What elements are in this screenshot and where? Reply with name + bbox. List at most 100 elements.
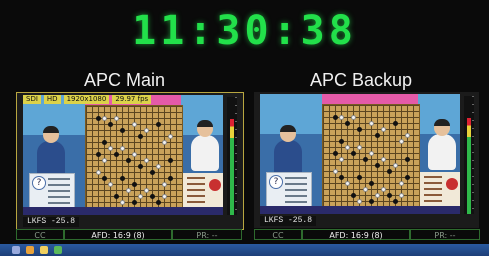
black-stone	[356, 174, 362, 180]
cc-indicator: CC	[16, 229, 64, 240]
black-stone	[95, 151, 101, 157]
black-stone	[404, 156, 410, 162]
black-stone	[350, 192, 356, 198]
black-stone	[137, 133, 143, 139]
info-card: ?	[29, 173, 75, 211]
black-stone	[155, 121, 161, 127]
audio-level-meter	[464, 96, 474, 214]
audio-level-meter	[227, 97, 237, 215]
news-ticker	[23, 207, 223, 215]
black-stone	[344, 120, 350, 126]
main-status-bar: CC AFD: 16:9 (8) PR: --	[16, 229, 242, 240]
player-left	[274, 125, 302, 176]
black-stone	[332, 150, 338, 156]
black-stone	[167, 157, 173, 163]
white-stone	[338, 156, 344, 162]
backup-status-bar: CC AFD: 16:9 (8) PR: --	[254, 229, 480, 240]
program-banner	[322, 94, 418, 104]
white-stone	[167, 133, 173, 139]
white-stone	[380, 186, 386, 192]
apc-backup-panel[interactable]: ? LKFS -25.8	[254, 92, 479, 228]
lkfs-readout: LKFS -25.8	[260, 216, 317, 226]
lkfs-readout: LKFS -25.8	[23, 217, 80, 227]
black-stone	[332, 114, 338, 120]
white-stone	[338, 114, 344, 120]
badge-hd: HD	[43, 95, 61, 104]
main-video-feed: ?	[23, 95, 223, 215]
player-right	[428, 119, 456, 170]
black-stone	[368, 198, 374, 204]
white-stone	[101, 157, 107, 163]
backup-video-feed: ?	[260, 94, 460, 214]
black-stone	[356, 126, 362, 132]
player-right	[191, 120, 219, 171]
folder-icon[interactable]	[40, 246, 48, 254]
black-stone	[131, 199, 137, 205]
white-stone	[380, 156, 386, 162]
pr-indicator: PR: --	[172, 229, 242, 240]
white-stone	[155, 163, 161, 169]
black-stone	[386, 168, 392, 174]
news-ticker	[260, 206, 460, 214]
media-icon[interactable]	[54, 246, 62, 254]
white-stone	[368, 120, 374, 126]
white-stone	[113, 115, 119, 121]
start-icon[interactable]	[12, 246, 20, 254]
white-stone	[143, 127, 149, 133]
white-stone	[101, 115, 107, 121]
white-stone	[119, 199, 125, 205]
black-stone	[392, 120, 398, 126]
clock-display: 11:30:38	[132, 8, 357, 54]
question-icon: ?	[32, 176, 46, 190]
black-stone	[95, 115, 101, 121]
question-icon: ?	[269, 175, 283, 189]
cc-indicator: CC	[254, 229, 302, 240]
black-stone	[119, 127, 125, 133]
white-stone	[107, 145, 113, 151]
white-stone	[125, 187, 131, 193]
black-stone	[113, 193, 119, 199]
badge-resolution: 1920x1080	[63, 95, 110, 104]
white-stone	[362, 186, 368, 192]
black-stone	[404, 174, 410, 180]
white-stone	[398, 192, 404, 198]
white-stone	[95, 169, 101, 175]
black-stone	[368, 180, 374, 186]
black-stone	[338, 174, 344, 180]
black-stone	[338, 138, 344, 144]
white-stone	[161, 139, 167, 145]
taskbar	[0, 244, 489, 256]
white-stone	[404, 132, 410, 138]
white-stone	[392, 162, 398, 168]
black-stone	[101, 139, 107, 145]
white-stone	[374, 192, 380, 198]
black-stone	[107, 121, 113, 127]
afd-indicator: AFD: 16:9 (8)	[64, 229, 172, 240]
afd-indicator: AFD: 16:9 (8)	[302, 229, 410, 240]
white-stone	[368, 150, 374, 156]
black-stone	[155, 199, 161, 205]
white-stone	[161, 193, 167, 199]
white-stone	[143, 187, 149, 193]
score-card	[420, 172, 460, 208]
pr-indicator: PR: --	[410, 229, 480, 240]
black-stone	[101, 175, 107, 181]
black-stone	[149, 169, 155, 175]
white-stone	[137, 193, 143, 199]
black-stone	[350, 150, 356, 156]
white-stone	[398, 180, 404, 186]
apc-main-panel[interactable]: ? SDI HD 1920x1080 29.97 fps LKFS -25.8	[16, 92, 244, 230]
signal-badges: SDI HD 1920x1080 29.97 fps	[23, 95, 152, 104]
white-stone	[350, 114, 356, 120]
black-stone	[374, 132, 380, 138]
player-left	[37, 126, 65, 177]
go-board	[322, 104, 420, 210]
white-stone	[356, 198, 362, 204]
white-stone	[119, 145, 125, 151]
white-stone	[344, 180, 350, 186]
black-stone	[362, 156, 368, 162]
white-stone	[161, 181, 167, 187]
go-board	[85, 105, 183, 211]
black-stone	[149, 193, 155, 199]
browser-icon[interactable]	[26, 246, 34, 254]
